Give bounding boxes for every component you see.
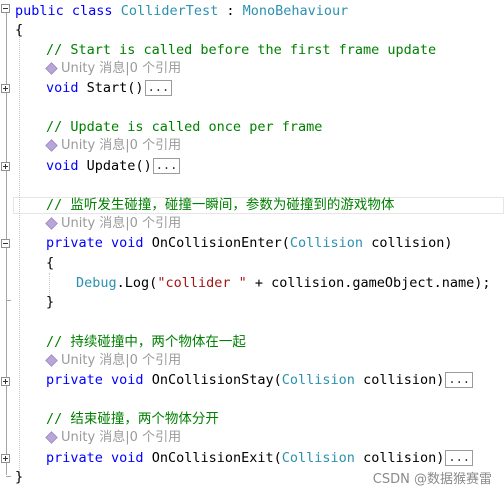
codelens-text: Unity 消息|0 个引用 [61, 430, 182, 445]
comment-oncollisionstay[interactable]: // 持续碰撞中，两个物体在一起 [46, 333, 246, 351]
method-name: Update [86, 158, 136, 174]
comment-start[interactable]: // Start is called before the first fram… [46, 41, 436, 59]
keyword: private [46, 372, 103, 388]
brace: { [46, 255, 55, 271]
keyword: void [46, 80, 79, 96]
param-type: Collision [289, 235, 364, 251]
code-line-class[interactable]: public class ColliderTest : MonoBehaviou… [15, 2, 348, 20]
method-name: OnCollisionEnter [151, 235, 282, 251]
codelens-text: Unity 消息|0 个引用 [61, 353, 182, 368]
codelens-text: Unity 消息|0 个引用 [61, 61, 182, 76]
method-name: OnCollisionStay [151, 372, 274, 388]
codelens-oncollisionstay[interactable]: Unity 消息|0 个引用 [45, 352, 182, 370]
collapse-class-toggle[interactable] [1, 4, 10, 13]
unity-icon [45, 217, 58, 230]
collapsed-block-button[interactable]: ... [152, 158, 181, 174]
code-line-open-brace[interactable]: { [15, 21, 23, 39]
code-line-oncollisionstay[interactable]: private void OnCollisionStay(Collision c… [46, 371, 474, 389]
comment-oncollisionexit[interactable]: // 结束碰撞，两个物体分开 [46, 410, 219, 428]
debug-expression: + collision.gameObject.name); [246, 275, 491, 291]
keyword: class [71, 3, 113, 19]
fold-end-tick [6, 300, 11, 301]
method-name: Start [86, 80, 128, 96]
parens: () [135, 158, 152, 174]
keyword: void [111, 235, 144, 251]
collapsed-block-button[interactable]: ... [445, 450, 474, 466]
unity-icon [45, 62, 58, 75]
class-name: ColliderTest [120, 3, 219, 19]
code-line-start[interactable]: void Start()... [46, 79, 173, 97]
collapse-oncollisionenter-toggle[interactable] [1, 239, 10, 248]
codelens-oncollisionexit[interactable]: Unity 消息|0 个引用 [45, 429, 182, 447]
unity-icon [45, 354, 58, 367]
param-name: collision [363, 372, 437, 388]
fold-end-tick [6, 476, 11, 477]
codelens-oncollisionenter[interactable]: Unity 消息|0 个引用 [45, 215, 182, 233]
parens: () [127, 80, 144, 96]
param-name: collision [363, 450, 437, 466]
unity-icon [45, 431, 58, 444]
string-literal: "collider " [157, 275, 247, 291]
keyword: private [46, 450, 103, 466]
keyword: void [111, 450, 144, 466]
brace: { [15, 22, 24, 38]
code-line-body-open[interactable]: { [46, 254, 54, 272]
unity-icon [45, 139, 58, 152]
separator: : [218, 3, 243, 19]
code-line-close-brace[interactable]: } [15, 468, 23, 486]
expand-update-toggle[interactable] [1, 162, 10, 171]
code-line-oncollisionenter[interactable]: private void OnCollisionEnter(Collision … [46, 234, 452, 252]
keyword: public [15, 3, 64, 19]
keyword: void [111, 372, 144, 388]
expand-start-toggle[interactable] [1, 84, 10, 93]
brace: } [46, 294, 55, 310]
keyword: void [46, 158, 79, 174]
watermark: CSDN @数据猴赛雷 [372, 472, 492, 487]
base-class-name: MonoBehaviour [242, 3, 349, 19]
comment-oncollisionenter[interactable]: // 监听发生碰撞，碰撞一瞬间，参数为碰撞到的游戏物体 [46, 196, 394, 214]
expand-oncollisionexit-toggle[interactable] [1, 454, 10, 463]
method-name: OnCollisionExit [151, 450, 274, 466]
indent-guide [19, 26, 20, 476]
codelens-update[interactable]: Unity 消息|0 个引用 [45, 137, 182, 155]
code-line-oncollisionexit[interactable]: private void OnCollisionExit(Collision c… [46, 449, 474, 467]
code-line-debug-log[interactable]: Debug.Log("collider " + collision.gameOb… [76, 274, 491, 292]
expand-oncollisionstay-toggle[interactable] [1, 377, 10, 386]
debug-class: Debug [76, 275, 117, 291]
brace: } [15, 469, 24, 485]
codelens-text: Unity 消息|0 个引用 [61, 138, 182, 153]
codelens-text: Unity 消息|0 个引用 [61, 216, 182, 231]
collapsed-block-button[interactable]: ... [445, 372, 474, 388]
collapsed-block-button[interactable]: ... [144, 80, 173, 96]
param-type: Collision [281, 372, 355, 388]
comment-update[interactable]: // Update is called once per frame [46, 118, 322, 136]
param-name: collision [371, 235, 445, 251]
param-type: Collision [281, 450, 355, 466]
code-line-update[interactable]: void Update()... [46, 157, 181, 175]
debug-method: Log [124, 275, 150, 291]
codelens-start[interactable]: Unity 消息|0 个引用 [45, 60, 182, 78]
code-line-body-close[interactable]: } [46, 293, 54, 311]
keyword: private [46, 235, 103, 251]
